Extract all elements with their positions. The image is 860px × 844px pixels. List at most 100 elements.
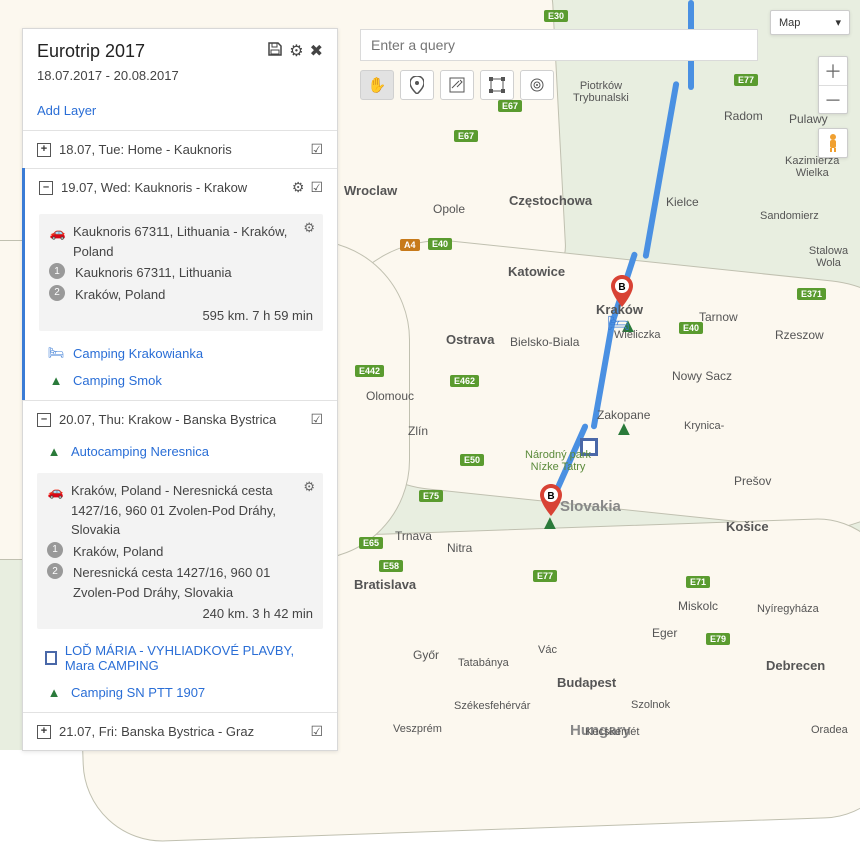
day-label: 19.07, Wed: Kauknoris - Krakow — [61, 180, 247, 195]
city-zlin: Zlín — [408, 424, 428, 438]
poi-3[interactable]: ▲ Autocamping Neresnica — [23, 438, 337, 465]
city-czestochowa: Częstochowa — [509, 193, 592, 208]
poi-4[interactable]: LOĎ MÁRIA - VYHLIADKOVÉ PLAVBY, Mara CAM… — [23, 637, 337, 679]
pan-tool-button[interactable]: ✋ — [360, 70, 394, 100]
day-row-0[interactable]: + 18.07, Tue: Home - Kauknoris ☑ — [23, 130, 337, 168]
trip-title: Eurotrip 2017 — [37, 41, 145, 62]
day-row-1[interactable]: – 19.07, Wed: Kauknoris - Krakow ⚙ ☑ — [25, 168, 337, 206]
route-segment-2[interactable]: ⚙ 🚗Kraków, Poland - Neresnická cesta 142… — [37, 473, 323, 629]
zoom-in-button[interactable]: ＋ — [819, 57, 847, 85]
road-e40b: E40 — [679, 322, 703, 334]
poi-5[interactable]: ▲ Camping SN PTT 1907 — [23, 679, 337, 712]
road-e442: E442 — [355, 365, 384, 377]
tent-icon: ▲ — [45, 444, 63, 459]
road-e67b: E67 — [498, 100, 522, 112]
save-icon[interactable] — [267, 41, 283, 62]
road-e67: E67 — [454, 130, 478, 142]
road-e40: E40 — [428, 238, 452, 250]
city-gyor: Győr — [413, 648, 439, 662]
road-e30: E30 — [544, 10, 568, 22]
waypoint-badge-2: 2 — [49, 285, 65, 301]
check-icon[interactable]: ☑ — [310, 141, 323, 158]
poi-link[interactable]: Camping SN PTT 1907 — [71, 685, 205, 700]
chevron-down-icon: ▾ — [835, 16, 841, 29]
day-row-2[interactable]: – 20.07, Thu: Krakow - Banska Bystrica ☑ — [23, 400, 337, 438]
city-sandomierz: Sandomierz — [760, 210, 819, 222]
gear-icon[interactable]: ⚙ — [303, 479, 315, 495]
waypoint-1: Kraków, Poland — [73, 542, 163, 562]
gear-icon[interactable]: ⚙ — [289, 41, 303, 62]
gear-icon[interactable]: ⚙ — [292, 179, 305, 196]
poi-link[interactable]: Camping Smok — [73, 373, 162, 388]
route-title: Kauknoris 67311, Lithuania - Kraków, Pol… — [73, 222, 313, 261]
city-kecskemet: Kecskemét — [585, 726, 639, 738]
polygon-tool-button[interactable] — [480, 70, 514, 100]
city-tatabanya: Tatabánya — [458, 657, 509, 669]
close-icon[interactable]: ✖ — [310, 41, 323, 62]
circle-tool-button[interactable] — [520, 70, 554, 100]
route-tool-button[interactable] — [440, 70, 474, 100]
city-pulawy: Pulawy — [789, 112, 828, 126]
city-katowice: Katowice — [508, 264, 565, 279]
city-bratislava: Bratislava — [354, 577, 416, 592]
city-nowysacz: Nowy Sacz — [672, 369, 732, 383]
city-tarnow: Tarnow — [699, 310, 738, 324]
collapse-icon: – — [37, 413, 51, 427]
city-kosice: Košice — [726, 519, 769, 534]
city-olomouc: Olomouc — [366, 389, 414, 403]
trip-sidebar: Eurotrip 2017 ⚙ ✖ 18.07.2017 - 20.08.201… — [22, 28, 338, 751]
road-e77: E77 — [533, 570, 557, 582]
city-ostrava: Ostrava — [446, 332, 494, 347]
gear-icon[interactable]: ⚙ — [303, 220, 315, 236]
add-layer-link[interactable]: Add Layer — [23, 93, 337, 130]
poi-1[interactable]: 🛏 Camping Krakowianka — [25, 339, 337, 367]
poi-link[interactable]: Camping Krakowianka — [73, 346, 203, 361]
poi-link[interactable]: Autocamping Neresnica — [71, 444, 209, 459]
search-input[interactable] — [360, 29, 758, 61]
day-2-panel: – 20.07, Thu: Krakow - Banska Bystrica ☑… — [23, 400, 337, 712]
city-piotrkow: Piotrków Trybunalski — [573, 80, 629, 104]
city-krynica: Krynica- — [684, 420, 724, 432]
car-icon: 🚗 — [47, 482, 65, 502]
city-trnava: Trnava — [395, 529, 432, 543]
check-icon[interactable]: ☑ — [310, 179, 323, 196]
road-e371: E371 — [797, 288, 826, 300]
city-miskolc: Miskolc — [678, 599, 718, 613]
collapse-icon: – — [39, 181, 53, 195]
tent-icon: ▲ — [45, 685, 63, 700]
city-nyiregyhaza: Nyíregyháza — [757, 603, 819, 615]
tent-icon: ▲ — [47, 373, 65, 388]
zoom-control: ＋ － — [818, 56, 848, 114]
day-label: 21.07, Fri: Banska Bystrica - Graz — [59, 724, 254, 739]
route-stats: 240 km. 3 h 42 min — [47, 606, 313, 621]
day-row-3[interactable]: + 21.07, Fri: Banska Bystrica - Graz ☑ — [23, 712, 337, 750]
poi-2[interactable]: ▲ Camping Smok — [25, 367, 337, 400]
marker-tool-button[interactable] — [400, 70, 434, 100]
road-e79: E79 — [706, 633, 730, 645]
route-segment-1[interactable]: ⚙ 🚗Kauknoris 67311, Lithuania - Kraków, … — [39, 214, 323, 331]
city-krakow: Kraków — [596, 302, 643, 317]
map-type-selector[interactable]: Map ▾ — [770, 10, 850, 35]
city-oradea: Oradea — [811, 724, 848, 736]
svg-text:B: B — [547, 491, 554, 502]
map-type-label: Map — [779, 17, 800, 29]
streetview-pegman[interactable] — [818, 128, 848, 158]
city-budapest: Budapest — [557, 675, 616, 690]
city-rzeszow: Rzeszow — [775, 328, 824, 342]
square-icon — [45, 651, 57, 665]
check-icon[interactable]: ☑ — [310, 411, 323, 428]
check-icon[interactable]: ☑ — [310, 723, 323, 740]
road-e462: E462 — [450, 375, 479, 387]
city-kazimierza: Kazimierza Wielka — [785, 155, 839, 179]
city-stalowa: Stalowa Wola — [797, 245, 860, 269]
city-nitra: Nitra — [447, 541, 472, 555]
map-marker-tent-3[interactable]: ▲ — [540, 512, 560, 535]
road-e77b: E77 — [734, 74, 758, 86]
expand-icon: + — [37, 725, 51, 739]
city-wroclaw: Wroclaw — [344, 183, 397, 198]
zoom-out-button[interactable]: － — [819, 85, 847, 113]
poi-link[interactable]: LOĎ MÁRIA - VYHLIADKOVÉ PLAVBY, Mara CAM… — [65, 643, 323, 673]
city-eger: Eger — [652, 626, 677, 640]
day-1-panel: – 19.07, Wed: Kauknoris - Krakow ⚙ ☑ ⚙ 🚗… — [22, 168, 337, 400]
city-opole: Opole — [433, 202, 465, 216]
